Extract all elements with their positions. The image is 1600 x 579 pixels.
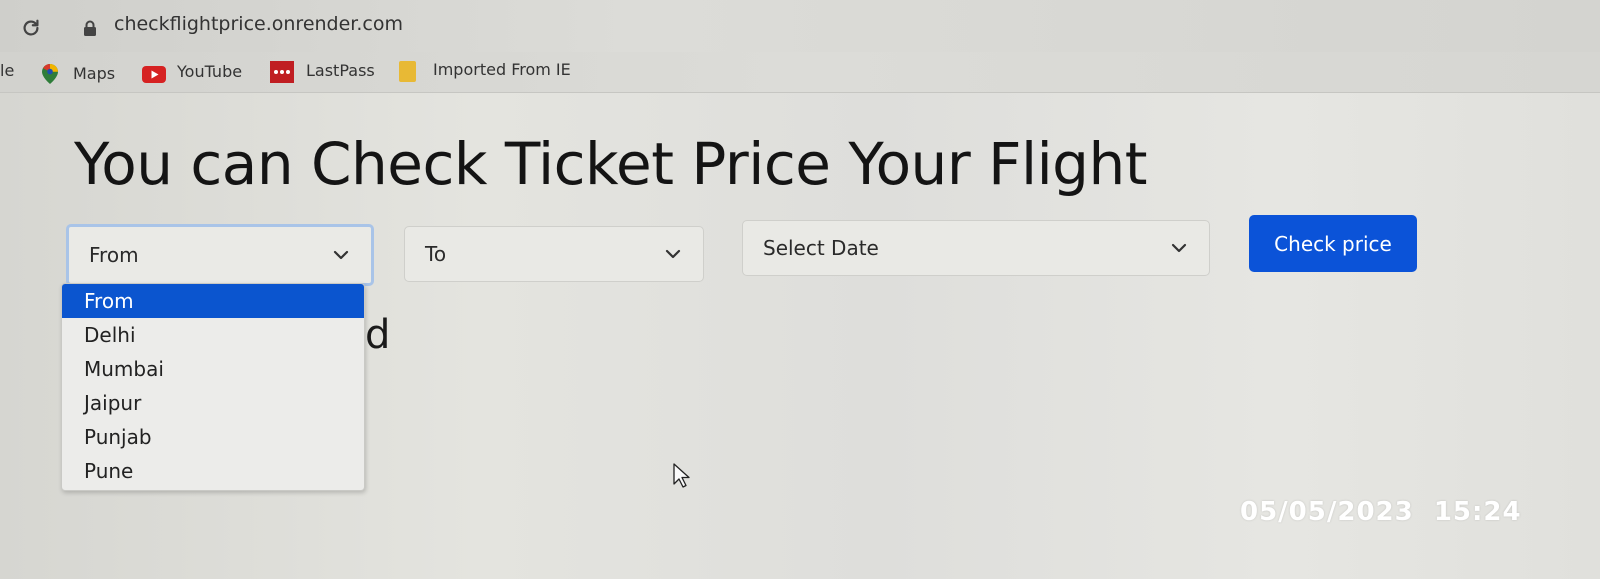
- partially-hidden-text: d: [365, 312, 391, 358]
- address-bar: checkflightprice.onrender.com: [0, 0, 1600, 52]
- date-select[interactable]: Select Date: [742, 220, 1210, 276]
- lock-icon[interactable]: [83, 20, 97, 36]
- from-dropdown-list: From Delhi Mumbai Jaipur Punjab Pune: [61, 283, 365, 491]
- chevron-down-icon: [665, 249, 681, 259]
- date-select-value: Select Date: [763, 236, 879, 260]
- bookmark-lastpass[interactable]: LastPass: [306, 61, 375, 80]
- bookmark-partial[interactable]: le: [0, 61, 14, 80]
- timestamp-date: 05/05/2023: [1240, 497, 1414, 527]
- check-price-button[interactable]: Check price: [1249, 215, 1417, 272]
- to-select[interactable]: To: [404, 226, 704, 282]
- bookmarks-bar: le Maps YouTube LastPass Imported From I…: [0, 52, 1600, 93]
- folder-icon: [399, 61, 416, 82]
- dropdown-option[interactable]: Jaipur: [62, 386, 364, 420]
- chevron-down-icon: [1171, 243, 1187, 253]
- photo-timestamp: 05/05/2023 15:24: [1240, 497, 1522, 527]
- youtube-icon: [142, 66, 166, 83]
- to-select-value: To: [425, 242, 447, 266]
- page-title: You can Check Ticket Price Your Flight: [74, 130, 1148, 198]
- bookmark-youtube[interactable]: YouTube: [177, 62, 242, 81]
- mouse-cursor-icon: [673, 463, 690, 488]
- dropdown-option[interactable]: Mumbai: [62, 352, 364, 386]
- from-select[interactable]: From: [66, 224, 374, 286]
- bookmark-imported[interactable]: Imported From IE: [433, 60, 571, 79]
- url-text[interactable]: checkflightprice.onrender.com: [114, 13, 403, 35]
- dropdown-option[interactable]: Delhi: [62, 318, 364, 352]
- from-select-value: From: [89, 243, 139, 267]
- chevron-down-icon: [333, 250, 349, 260]
- dropdown-option[interactable]: From: [62, 284, 364, 318]
- reload-icon[interactable]: [20, 17, 42, 39]
- lastpass-icon: [270, 61, 294, 83]
- dropdown-option[interactable]: Pune: [62, 454, 364, 488]
- maps-pin-icon: [42, 64, 58, 84]
- timestamp-time: 15:24: [1433, 497, 1522, 527]
- dropdown-option[interactable]: Punjab: [62, 420, 364, 454]
- bookmark-maps[interactable]: Maps: [73, 64, 115, 83]
